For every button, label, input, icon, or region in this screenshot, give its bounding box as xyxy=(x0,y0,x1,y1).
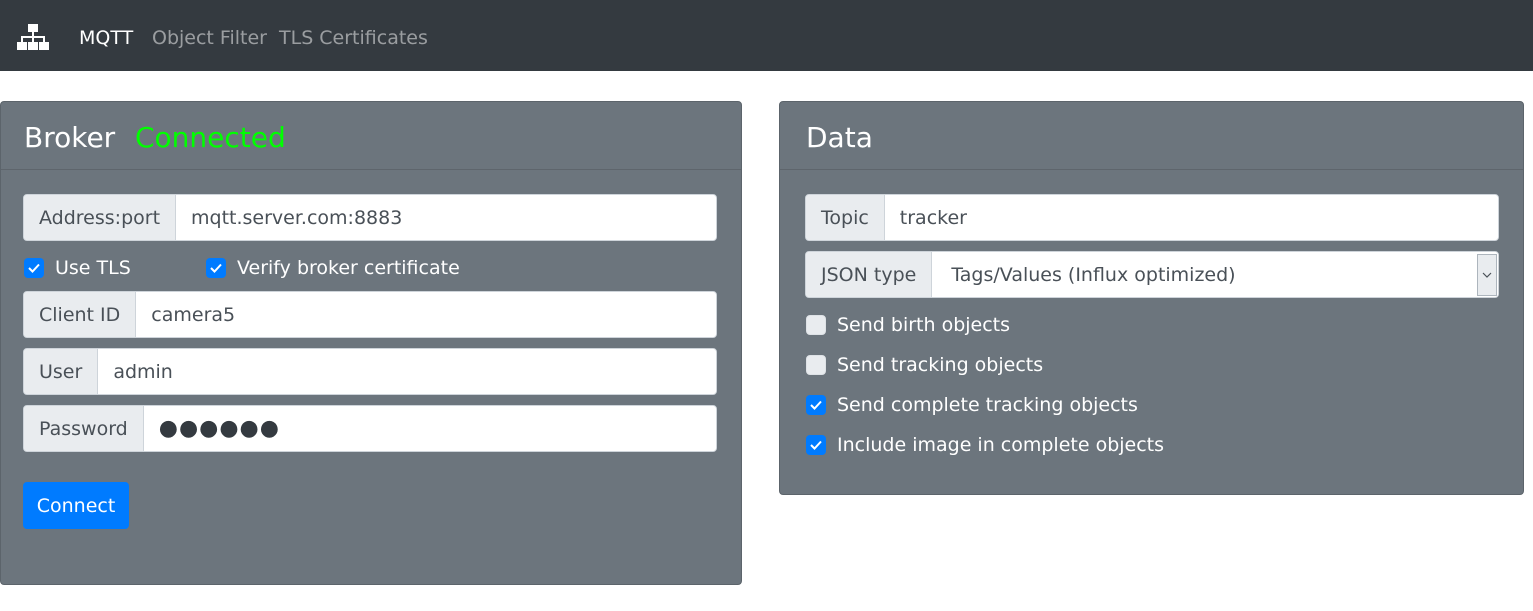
use-tls-label: Use TLS xyxy=(55,257,131,279)
sitemap-icon[interactable] xyxy=(17,24,49,50)
user-group: User admin xyxy=(23,348,717,395)
connection-status: Connected xyxy=(135,121,286,154)
send-complete-tracking-objects-label: Send complete tracking objects xyxy=(837,394,1138,416)
broker-title: Broker xyxy=(24,121,116,154)
broker-card-header: Broker Connected xyxy=(1,102,741,170)
nav-item-object-filter[interactable]: Object Filter xyxy=(152,26,267,50)
topic-group: Topic tracker xyxy=(805,194,1499,241)
checkbox-box[interactable] xyxy=(806,315,826,335)
topic-label: Topic xyxy=(806,195,885,240)
nav-item-tls-certificates[interactable]: TLS Certificates xyxy=(279,26,428,50)
broker-card: Broker Connected Address:port mqtt.serve… xyxy=(0,101,742,585)
include-image-checkbox[interactable]: Include image in complete objects xyxy=(806,433,1164,457)
password-group: Password ●●●●●● xyxy=(23,405,717,452)
connect-button[interactable]: Connect xyxy=(23,482,129,529)
verify-cert-label: Verify broker certificate xyxy=(237,257,460,279)
data-title: Data xyxy=(806,121,873,154)
nav-item-mqtt[interactable]: MQTT xyxy=(79,26,133,50)
password-input[interactable]: ●●●●●● xyxy=(143,406,716,451)
client-id-label: Client ID xyxy=(24,292,137,337)
send-tracking-objects-checkbox[interactable]: Send tracking objects xyxy=(806,353,1043,377)
data-card: Data Topic tracker JSON type Tags/Values… xyxy=(779,101,1524,495)
json-type-select[interactable]: Tags/Values (Influx optimized) xyxy=(932,252,1498,297)
check-icon[interactable] xyxy=(806,435,826,455)
send-complete-tracking-objects-checkbox[interactable]: Send complete tracking objects xyxy=(806,393,1138,417)
check-icon[interactable] xyxy=(806,395,826,415)
send-birth-objects-label: Send birth objects xyxy=(837,314,1011,336)
verify-cert-checkbox[interactable]: Verify broker certificate xyxy=(206,256,460,280)
send-tracking-objects-label: Send tracking objects xyxy=(837,354,1044,376)
use-tls-checkbox[interactable]: Use TLS xyxy=(24,256,131,280)
client-id-group: Client ID camera5 xyxy=(23,291,717,338)
data-card-header: Data xyxy=(780,102,1523,170)
user-input[interactable]: admin xyxy=(98,349,716,394)
address-port-group: Address:port mqtt.server.com:8883 xyxy=(23,194,717,241)
check-icon[interactable] xyxy=(206,258,226,278)
json-type-group: JSON type Tags/Values (Influx optimized) xyxy=(805,251,1499,298)
password-label: Password xyxy=(24,406,144,451)
json-type-label: JSON type xyxy=(806,252,933,297)
include-image-label: Include image in complete objects xyxy=(837,434,1165,456)
address-port-input[interactable]: mqtt.server.com:8883 xyxy=(176,195,716,240)
user-label: User xyxy=(24,349,99,394)
chevron-down-icon[interactable] xyxy=(1477,254,1497,296)
top-navbar: MQTT Object Filter TLS Certificates xyxy=(0,0,1533,71)
send-birth-objects-checkbox[interactable]: Send birth objects xyxy=(806,313,1010,337)
client-id-input[interactable]: camera5 xyxy=(136,292,716,337)
checkbox-box[interactable] xyxy=(806,355,826,375)
topic-input[interactable]: tracker xyxy=(884,195,1498,240)
address-port-label: Address:port xyxy=(24,195,177,240)
check-icon[interactable] xyxy=(24,258,44,278)
json-type-value: Tags/Values (Influx optimized) xyxy=(951,263,1236,286)
